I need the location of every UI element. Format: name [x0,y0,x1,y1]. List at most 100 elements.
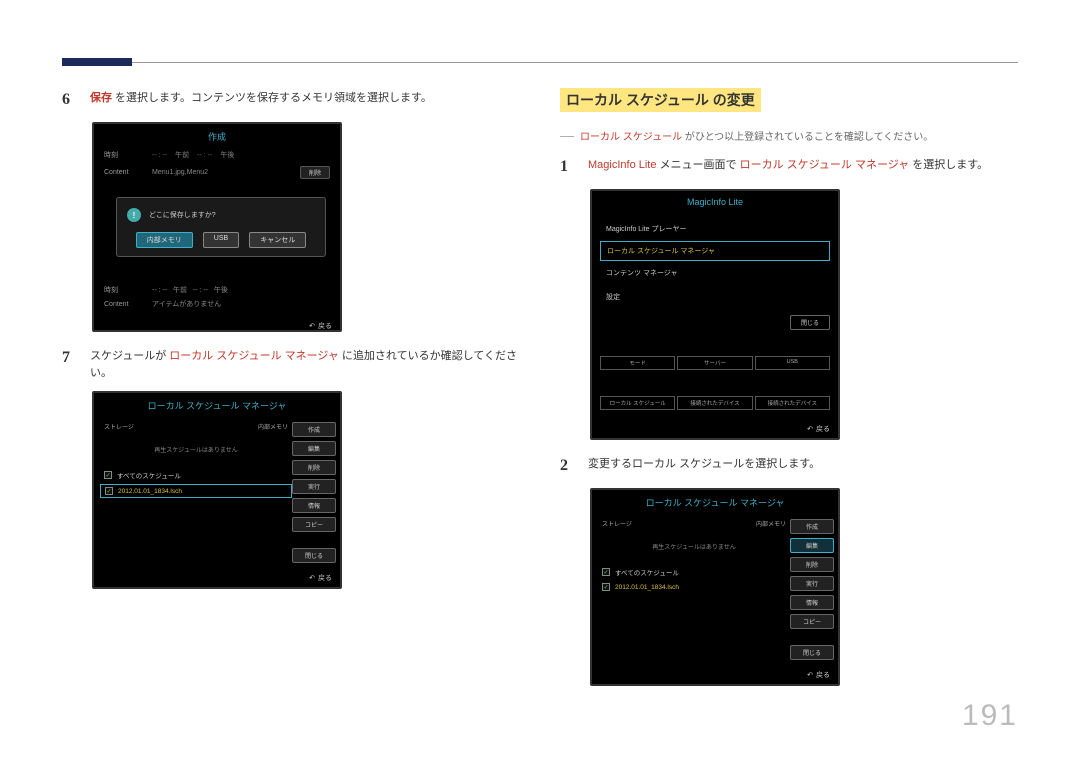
checkbox-icon: ✓ [602,583,610,591]
internal-memory-button[interactable]: 内部メモリ [136,232,193,248]
create-button[interactable]: 作成 [292,422,336,437]
menu-item-settings[interactable]: 設定 [600,288,626,306]
close-button[interactable]: 閉じる [790,315,830,330]
delete-button[interactable]: 削除 [292,460,336,475]
internal-label: 内部メモリ [258,422,288,431]
all-schedule-label: すべてのスケジュール [615,567,679,577]
step-number: 7 [62,346,76,381]
back-button[interactable]: 戻る [807,672,830,679]
schedule-manager-panel-2: ローカル スケジュール マネージャ ストレージ内部メモリ 再生スケジュールはあり… [590,488,840,686]
delete-pill-button[interactable]: 削除 [300,166,330,179]
content-value: Menu1.jpg,Menu2 [152,169,208,176]
info-button[interactable]: 情報 [790,595,834,610]
storage-label: ストレージ [602,519,632,528]
step-number: 6 [62,88,76,112]
page-number: 191 [962,699,1018,733]
faded-content: アイテムがありません [152,299,221,309]
checkbox-icon: ✓ [602,568,610,576]
delete-button[interactable]: 削除 [790,557,834,572]
menu-item-schedule[interactable]: ローカル スケジュール マネージャ [600,241,830,261]
note: ― ローカル スケジュール がひとつ以上登録されていることを確認してください。 [560,128,1020,143]
schedule-manager-panel: ローカル スケジュール マネージャ ストレージ 内部メモリ 再生スケジュールはあり… [92,391,342,589]
status-cell: ローカル スケジュール [600,396,675,410]
top-divider [62,62,1018,63]
step-text: MagicInfo Lite メニュー画面で ローカル スケジュール マネージャ… [588,155,1020,179]
all-schedule-label: すべてのスケジュール [117,470,181,480]
back-button[interactable]: 戻る [807,426,830,433]
panel-title: MagicInfo Lite [592,191,838,211]
list-item[interactable]: ✓ すべてのスケジュール [100,468,292,482]
back-button[interactable]: 戻る [309,323,332,330]
step7-pre: スケジュールが [90,350,169,362]
usb-button[interactable]: USB [203,232,239,248]
keyword-lsm: ローカル スケジュール マネージャ [740,159,910,171]
step1-post: を選択します。 [909,159,988,171]
keyword-magicinfo: MagicInfo Lite [588,159,656,171]
am-label: 午前 [175,150,189,160]
no-schedule-msg: 再生スケジュールはありません [598,542,790,551]
status-cell: 接続されたデバイス [755,396,830,410]
edit-button[interactable]: 編集 [292,441,336,456]
step-number: 2 [560,454,574,478]
status-row-2: ローカル スケジュール 接続されたデバイス 接続されたデバイス [600,396,830,410]
list-item[interactable]: ✓ 2012.01.01_1834.lsch [100,484,292,498]
copy-button[interactable]: コピー [790,614,834,629]
run-button[interactable]: 実行 [790,576,834,591]
step-2: 2 変更するローカル スケジュールを選択します。 [560,454,1020,478]
create-panel: 作成 時刻 -- : -- 午前 -- : -- 午後 Content Menu… [92,122,342,332]
time-row: 時刻 -- : -- 午前 -- : -- 午後 [94,147,340,163]
storage-label: ストレージ [104,422,134,431]
header-accent [62,58,132,66]
menu-item-player[interactable]: MagicInfo Lite プレーヤー [600,220,830,238]
step-7: 7 スケジュールが ローカル スケジュール マネージャ に追加されているか確認し… [62,346,522,381]
question-icon: ! [127,208,141,222]
list-item[interactable]: ✓ 2012.01.01_1834.lsch [598,581,790,593]
run-button[interactable]: 実行 [292,479,336,494]
step-text: 保存 を選択します。コンテンツを保存するメモリ領域を選択します。 [90,88,522,112]
left-column: 6 保存 を選択します。コンテンツを保存するメモリ領域を選択します。 作成 時刻… [62,88,522,603]
right-column: ローカル スケジュール の変更 ― ローカル スケジュール がひとつ以上登録され… [560,88,1020,700]
step-1: 1 MagicInfo Lite メニュー画面で ローカル スケジュール マネー… [560,155,1020,179]
modal-question: どこに保存しますか? [149,210,216,220]
menu-item-content[interactable]: コンテンツ マネージャ [600,264,830,282]
schedule-file: 2012.01.01_1834.lsch [118,488,182,495]
mode-cell: モード [600,356,675,370]
cancel-button[interactable]: キャンセル [249,232,306,248]
keyword-ls: ローカル スケジュール [580,132,682,143]
usb-cell: USB [755,356,830,370]
info-button[interactable]: 情報 [292,498,336,513]
no-schedule-msg: 再生スケジュールはありません [100,445,292,454]
server-cell: サーバー [677,356,752,370]
save-modal: ! どこに保存しますか? 内部メモリ USB キャンセル [116,197,326,257]
dash-icon: ― [560,128,574,143]
create-button[interactable]: 作成 [790,519,834,534]
step-text: 変更するローカル スケジュールを選択します。 [588,454,1020,478]
close-button[interactable]: 閉じる [292,548,336,563]
copy-button[interactable]: コピー [292,517,336,532]
edit-button[interactable]: 編集 [790,538,834,553]
note-text: がひとつ以上登録されていることを確認してください。 [682,132,933,143]
step1-mid: メニュー画面で [656,159,739,171]
step6-tail: を選択します。コンテンツを保存するメモリ領域を選択します。 [112,92,432,104]
faded-time: 時刻 [104,285,144,295]
time-label: 時刻 [104,150,144,160]
content-row: Content Menu1.jpg,Menu2 削除 [94,163,340,182]
schedule-file: 2012.01.01_1834.lsch [615,584,679,591]
keyword-lsm: ローカル スケジュール マネージャ [169,350,339,362]
checkbox-icon: ✓ [105,487,113,495]
checkbox-icon: ✓ [104,471,112,479]
list-item[interactable]: ✓ すべてのスケジュール [598,565,790,579]
step-number: 1 [560,155,574,179]
content-label: Content [104,169,144,176]
close-button[interactable]: 閉じる [790,645,834,660]
section-header: ローカル スケジュール の変更 [560,88,761,112]
panel-title: 作成 [94,124,340,147]
step-6: 6 保存 を選択します。コンテンツを保存するメモリ領域を選択します。 [62,88,522,112]
pm-label: 午後 [220,150,234,160]
step-text: スケジュールが ローカル スケジュール マネージャ に追加されているか確認してく… [90,346,522,381]
back-button[interactable]: 戻る [309,575,332,582]
panel-title: ローカル スケジュール マネージャ [94,393,340,416]
magicinfo-panel: MagicInfo Lite MagicInfo Lite プレーヤー ローカル… [590,189,840,440]
status-row-1: モード サーバー USB [600,356,830,370]
panel-title: ローカル スケジュール マネージャ [592,490,838,513]
